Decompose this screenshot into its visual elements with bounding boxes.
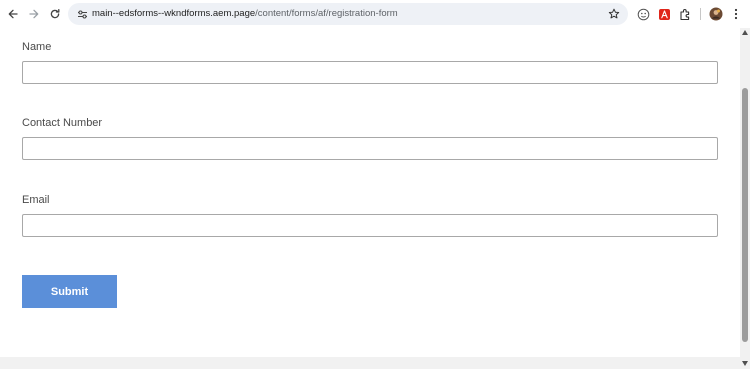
url-text[interactable]: main--edsforms--wkndforms.aem.page/conte… <box>92 8 398 19</box>
avatar[interactable] <box>708 6 724 22</box>
contact-number-label: Contact Number <box>22 117 103 129</box>
address-bar[interactable]: main--edsforms--wkndforms.aem.page/conte… <box>68 3 628 25</box>
acrobat-icon[interactable] <box>656 6 672 22</box>
arrow-right-icon[interactable] <box>25 5 43 23</box>
url-path: /content/forms/af/registration-form <box>255 8 398 19</box>
browser-toolbar: main--edsforms--wkndforms.aem.page/conte… <box>0 0 750 28</box>
scrollbar-thumb[interactable] <box>742 88 748 342</box>
kebab-menu-icon[interactable] <box>728 6 744 22</box>
arrow-left-icon[interactable] <box>4 5 22 23</box>
horizontal-scrollbar[interactable] <box>0 357 740 369</box>
scroll-down-arrow-icon[interactable] <box>742 361 748 366</box>
name-label: Name <box>22 41 52 53</box>
star-icon[interactable] <box>607 7 621 21</box>
contact-number-field[interactable] <box>22 137 718 160</box>
email-label: Email <box>22 194 50 206</box>
scroll-up-arrow-icon[interactable] <box>742 30 748 35</box>
reload-icon[interactable] <box>46 5 64 23</box>
name-field[interactable] <box>22 61 718 84</box>
submit-button[interactable]: Submit <box>22 275 117 308</box>
browser-window: main--edsforms--wkndforms.aem.page/conte… <box>0 0 750 369</box>
url-host: main--edsforms--wkndforms.aem.page <box>92 8 256 19</box>
puzzle-icon[interactable] <box>677 6 693 22</box>
toolbar-divider <box>700 8 701 20</box>
email-field[interactable] <box>22 214 718 237</box>
tune-icon[interactable] <box>75 7 89 21</box>
page-content: Name Contact Number Email Submit <box>0 28 740 357</box>
face-icon[interactable] <box>635 6 651 22</box>
